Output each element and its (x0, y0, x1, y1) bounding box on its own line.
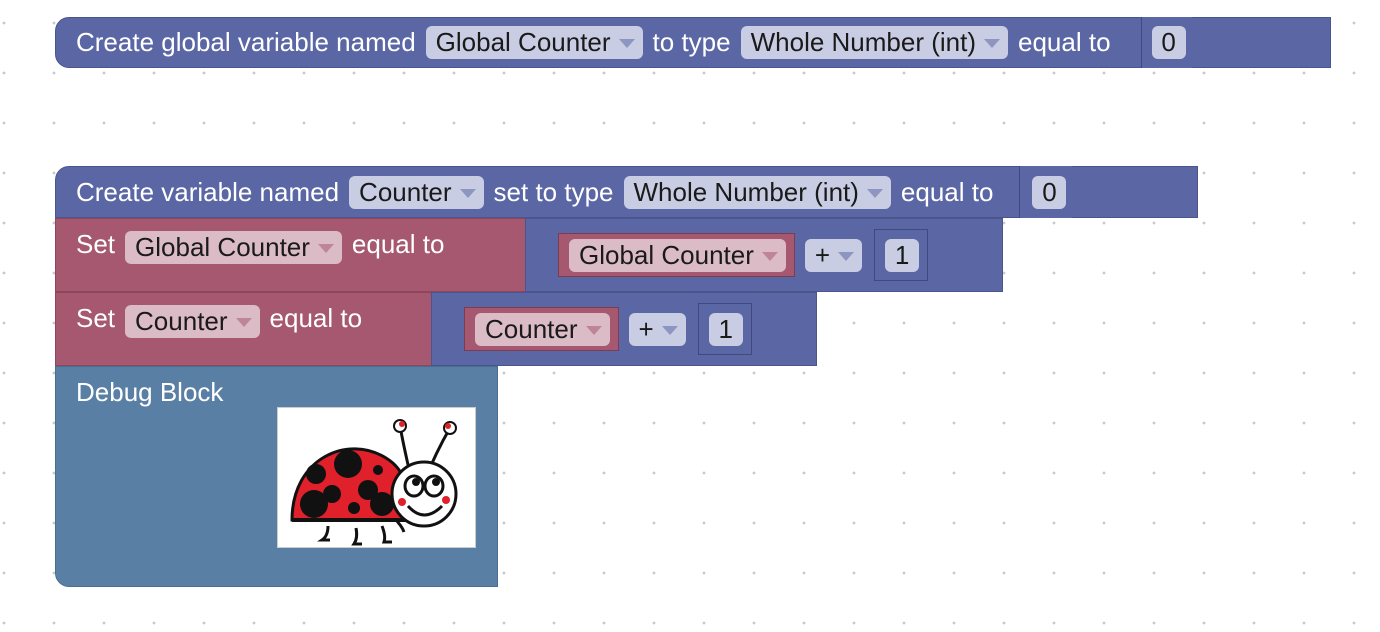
operator-dropdown[interactable]: + (628, 312, 686, 346)
math-operation-block[interactable]: Global Counter + 1 (525, 218, 1003, 292)
operand-number-field[interactable]: 1 (708, 312, 743, 346)
set-counter-block[interactable]: Set Counter equal to (55, 292, 433, 366)
dropdown-value: + (638, 313, 654, 344)
workspace[interactable]: Create global variable named Global Coun… (0, 0, 1380, 632)
value-socket[interactable]: 0 (1140, 17, 1192, 68)
dropdown-value: Global Counter (135, 232, 310, 262)
block-label: equal to (900, 176, 994, 207)
block-label: Set (76, 229, 116, 259)
global-variable-name-dropdown[interactable]: Global Counter (425, 26, 643, 59)
value-socket[interactable]: 1 (874, 229, 929, 281)
block-label: equal to (269, 303, 363, 333)
chevron-down-icon (585, 325, 602, 335)
dropdown-value: + (814, 239, 831, 270)
chevron-down-icon (317, 244, 334, 253)
chevron-down-icon (235, 318, 252, 327)
block-label: set to type (493, 176, 614, 207)
dropdown-value: Counter (359, 176, 452, 207)
set-global-counter-block[interactable]: Set Global Counter equal to (55, 218, 527, 292)
dropdown-value: Whole Number (int) (750, 27, 977, 57)
getter-variable-dropdown[interactable]: Global Counter (569, 238, 786, 272)
set-variable-dropdown[interactable]: Global Counter (125, 231, 342, 264)
ladybug-icon (277, 407, 476, 548)
variable-name-dropdown[interactable]: Counter (349, 175, 484, 209)
chevron-down-icon (838, 251, 855, 261)
operator-dropdown[interactable]: + (804, 238, 863, 272)
block-label: Set (76, 303, 116, 333)
block-label: to type (652, 27, 731, 57)
chevron-down-icon (866, 188, 883, 198)
create-variable-block[interactable]: Create variable named Counter set to typ… (55, 166, 1198, 218)
global-variable-type-dropdown[interactable]: Whole Number (int) (740, 26, 1009, 59)
block-label: equal to (351, 229, 445, 259)
set-variable-dropdown[interactable]: Counter (125, 305, 260, 338)
variable-type-dropdown[interactable]: Whole Number (int) (623, 175, 891, 209)
variable-getter-block[interactable]: Global Counter (558, 233, 795, 277)
value-socket[interactable]: 1 (697, 303, 752, 355)
global-initial-value-field[interactable]: 0 (1151, 26, 1186, 59)
math-operation-block[interactable]: Counter + 1 (431, 292, 817, 366)
dropdown-value: Global Counter (579, 239, 754, 270)
operand-number-field[interactable]: 1 (885, 238, 920, 272)
dropdown-value: Counter (135, 306, 228, 336)
block-label: equal to (1018, 27, 1111, 57)
dropdown-value: Whole Number (int) (633, 176, 859, 207)
dropdown-value: Counter (485, 313, 578, 344)
create-global-variable-block[interactable]: Create global variable named Global Coun… (55, 17, 1331, 68)
dropdown-value: Global Counter (435, 27, 611, 57)
chevron-down-icon (761, 251, 778, 261)
variable-initial-value-field[interactable]: 0 (1032, 175, 1067, 209)
debug-block-title: Debug Block (76, 377, 224, 407)
chevron-down-icon (618, 39, 635, 48)
block-label: Create global variable named (76, 27, 416, 57)
getter-variable-dropdown[interactable]: Counter (475, 312, 610, 346)
chevron-down-icon (459, 188, 476, 198)
variable-getter-block[interactable]: Counter (464, 307, 619, 351)
chevron-down-icon (661, 325, 678, 335)
value-socket[interactable]: 0 (1019, 166, 1073, 218)
block-label: Create variable named (76, 176, 340, 207)
chevron-down-icon (984, 39, 1001, 48)
